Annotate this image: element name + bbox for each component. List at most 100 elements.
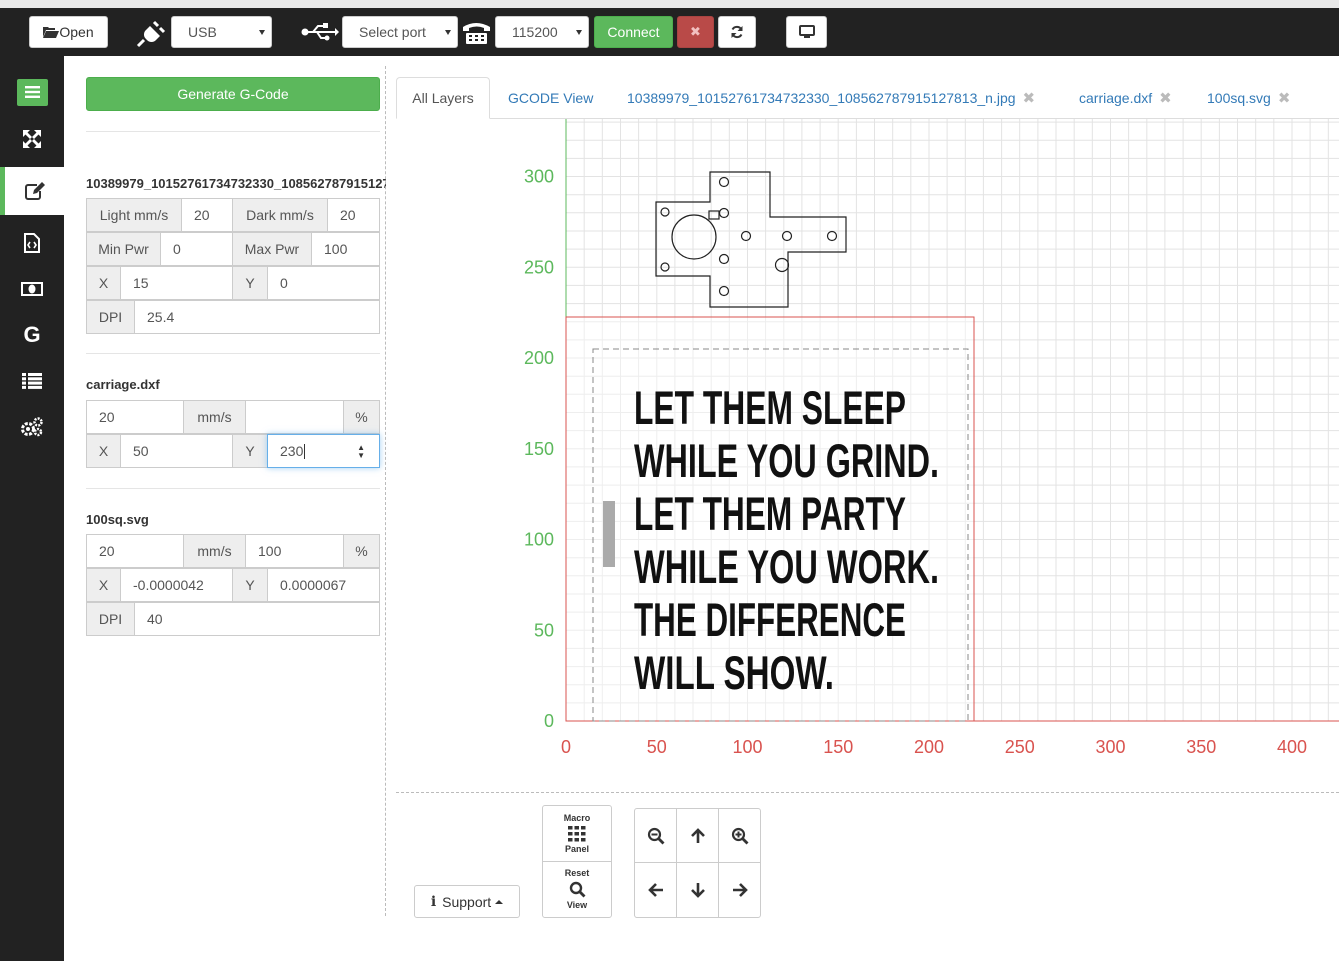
dxf-layer-title: carriage.dxf <box>86 377 160 392</box>
dxf-speed-input[interactable]: 20 <box>86 400 184 434</box>
expand-icon <box>23 130 41 148</box>
monitor-button[interactable] <box>786 16 827 48</box>
sidebar-item-code-file[interactable] <box>0 220 64 266</box>
y-offset-input[interactable]: 0 <box>267 266 380 300</box>
support-button[interactable]: i Support <box>414 885 520 918</box>
x-axis-ticks: 0 50 100 150 200 250 300 350 400 <box>561 737 1307 757</box>
desktop-icon <box>798 25 815 38</box>
sidebar-item-fullscreen[interactable] <box>0 116 64 162</box>
tab-jpg-layer[interactable]: 10389979_10152761734732330_1085627879151… <box>627 77 1035 119</box>
y-tick-label: 150 <box>524 439 554 459</box>
dxf-y-value: 230 <box>280 443 304 459</box>
dxf-x-input[interactable]: 50 <box>120 434 233 468</box>
quote-line: THE DIFFERENCE <box>634 593 906 646</box>
svg-power-input[interactable]: 100 <box>245 534 344 568</box>
reset-view-button[interactable]: Reset View <box>542 861 612 918</box>
tab-dxf-layer[interactable]: carriage.dxf ✖ <box>1079 77 1172 119</box>
svg-y-input[interactable]: 0.0000067 <box>267 568 380 602</box>
jog-down-button[interactable] <box>676 862 719 918</box>
x-offset-input[interactable]: 15 <box>120 266 233 300</box>
divider <box>86 488 380 489</box>
jpg-layer-title: 10389979_10152761734732330_1085627879151… <box>86 176 386 191</box>
jog-right-button[interactable] <box>718 862 761 918</box>
open-button[interactable]: Open <box>29 16 108 48</box>
divider <box>86 353 380 354</box>
port-select[interactable]: Select port <box>342 16 458 48</box>
usb-icon <box>301 23 339 41</box>
dpi-input[interactable]: 25.4 <box>134 300 380 334</box>
layer-settings-panel: Generate G-Code 10389979_101527617347323… <box>64 56 386 961</box>
close-icon[interactable]: ✖ <box>1159 89 1172 107</box>
svg-speed-input[interactable]: 20 <box>86 534 184 568</box>
macro-panel-button[interactable]: Macro Panel <box>542 805 612 862</box>
tab-all-layers[interactable]: All Layers <box>396 77 490 119</box>
work-area-canvas[interactable]: 0 50 100 150 200 250 300 0 50 100 150 200 250 300 350… <box>396 119 1339 779</box>
dark-speed-input[interactable]: 20 <box>327 198 380 232</box>
x-tick-label: 300 <box>1095 737 1125 757</box>
watermark-mark <box>603 501 615 567</box>
baud-rate-select[interactable]: 115200 <box>495 16 589 48</box>
y-tick-label: 200 <box>524 348 554 368</box>
canvas-bottom-divider <box>396 792 1339 793</box>
refresh-icon <box>731 25 743 39</box>
svg-x-input[interactable]: -0.0000042 <box>120 568 233 602</box>
tab-label: 10389979_10152761734732330_1085627879151… <box>627 90 1016 106</box>
x-tick-label: 350 <box>1186 737 1216 757</box>
connection-type-select[interactable]: USB <box>171 16 272 48</box>
max-power-input[interactable]: 100 <box>311 232 380 266</box>
money-icon <box>21 282 43 296</box>
connect-label: Connect <box>607 24 660 40</box>
spinner-arrows-icon[interactable]: ▲ ▼ <box>357 444 365 460</box>
connect-button[interactable]: Connect <box>594 16 673 48</box>
min-power-input[interactable]: 0 <box>160 232 233 266</box>
x-tick-label: 100 <box>732 737 762 757</box>
sidebar-item-settings[interactable] <box>0 404 64 450</box>
sidebar-item-menu[interactable] <box>0 69 64 115</box>
svg-dpi-input[interactable]: 40 <box>134 602 380 636</box>
svg-y-label: Y <box>232 568 268 602</box>
zoom-out-icon <box>647 827 664 844</box>
sidebar-item-gcode[interactable]: G <box>0 312 64 358</box>
close-icon[interactable]: ✖ <box>1278 89 1291 107</box>
y-offset-label: Y <box>232 266 268 300</box>
caret-up-icon <box>495 899 504 904</box>
jog-left-button[interactable] <box>634 862 677 918</box>
zoom-in-icon <box>731 827 748 844</box>
light-speed-input[interactable]: 20 <box>181 198 233 232</box>
sidebar: G <box>0 56 64 961</box>
svg-speed-unit: mm/s <box>183 534 246 568</box>
svg-x-label: X <box>86 568 121 602</box>
disconnect-button[interactable]: ✖ <box>677 16 714 48</box>
open-label: Open <box>59 24 94 40</box>
close-icon[interactable]: ✖ <box>1023 89 1036 107</box>
tab-svg-layer[interactable]: 100sq.svg ✖ <box>1207 77 1290 119</box>
dxf-power-input[interactable] <box>245 400 344 434</box>
code-file-icon <box>24 233 40 253</box>
zoom-in-button[interactable] <box>718 808 761 863</box>
panel-divider <box>385 66 386 916</box>
svg-power-unit: % <box>343 534 380 568</box>
refresh-button[interactable] <box>718 16 756 48</box>
generate-gcode-button[interactable]: Generate G-Code <box>86 77 380 111</box>
dxf-x-label: X <box>86 434 121 468</box>
generate-gcode-label: Generate G-Code <box>177 86 289 102</box>
tab-label: 100sq.svg <box>1207 90 1271 106</box>
y-axis-ticks: 0 50 100 150 200 250 300 <box>524 167 554 732</box>
phone-icon <box>463 23 490 44</box>
jog-up-button[interactable] <box>676 808 719 863</box>
menu-icon <box>16 78 48 106</box>
carriage-dxf-shape <box>655 171 847 308</box>
text-cursor <box>304 443 306 459</box>
dxf-y-input[interactable]: 230 ▲ ▼ <box>267 434 380 468</box>
sidebar-item-list[interactable] <box>0 358 64 404</box>
zoom-out-button[interactable] <box>634 808 677 863</box>
tab-gcode-view[interactable]: GCODE View <box>508 77 593 119</box>
svg-dpi-label: DPI <box>86 602 135 636</box>
sidebar-item-edit[interactable] <box>0 167 64 215</box>
arrow-up-icon <box>690 827 705 843</box>
reset-label-top: Reset <box>564 868 590 878</box>
chevron-down-icon <box>576 30 582 35</box>
quote-line: WHILE YOU WORK. <box>634 540 939 593</box>
sidebar-item-money[interactable] <box>0 266 64 312</box>
chevron-down-icon <box>259 30 265 35</box>
